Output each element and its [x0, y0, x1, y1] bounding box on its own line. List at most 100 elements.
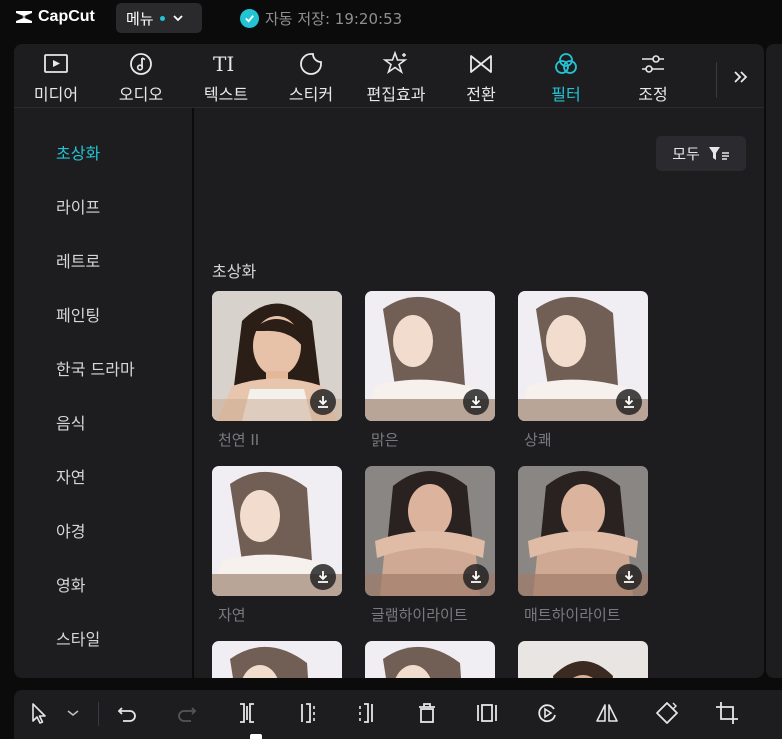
select-dropdown-icon: [67, 710, 79, 717]
filter-card[interactable]: [212, 641, 342, 678]
filter-icon: [555, 53, 577, 74]
section-title: 초상화: [212, 262, 257, 281]
filter-funnel-icon: [708, 146, 729, 160]
double-chevron-right-icon: [734, 71, 748, 83]
tab-label: 미디어: [33, 85, 79, 104]
app-logo-text: CapCut: [38, 8, 95, 25]
download-icon: [318, 571, 328, 583]
filter-thumbnail: [212, 641, 342, 678]
select-tool-button[interactable]: [26, 700, 52, 726]
check-icon: [240, 9, 259, 28]
filter-card[interactable]: [365, 641, 495, 678]
filter-card-label: 맑은: [371, 431, 399, 449]
split-icon: [240, 703, 254, 723]
select-dropdown-button[interactable]: [60, 700, 86, 726]
toolbar-divider: [98, 702, 99, 726]
rotate-button[interactable]: [654, 700, 680, 726]
download-icon: [471, 571, 481, 583]
filter-card-label: 천연 II: [218, 431, 260, 449]
freeze-icon: [477, 704, 497, 722]
material-panel: 미디어 오디오 TI 텍스트 스티커 편집효과 전환 필터 조정 초상화 라이프…: [14, 44, 764, 678]
filter-grid-area: 모두 초상화 천연 II 맑은 상쾌 자연 글램하이라이트 매트하이라이트: [196, 108, 764, 678]
sidebar-item-food[interactable]: 음식: [56, 410, 85, 434]
tab-label: 오디오: [118, 85, 164, 104]
download-icon: [318, 396, 328, 408]
sidebar-item-style[interactable]: 스타일: [56, 626, 100, 650]
tab-divider: [716, 62, 717, 98]
chevron-down-icon: [172, 15, 183, 22]
split-left-icon: [301, 703, 315, 723]
split-right-button[interactable]: [354, 700, 380, 726]
sticker-icon: [300, 53, 322, 75]
menu-label: 메뉴: [126, 9, 154, 28]
filter-card[interactable]: [365, 291, 495, 421]
top-bar: CapCut 메뉴 자동 저장: 19:20:53: [0, 0, 782, 38]
tab-label: 필터: [551, 85, 581, 104]
tab-label: 텍스트: [203, 85, 249, 104]
tab-effects[interactable]: 편집효과: [354, 50, 438, 106]
filter-thumbnail: [518, 641, 648, 678]
filter-all-button[interactable]: 모두: [656, 136, 746, 171]
filter-card[interactable]: [518, 641, 648, 678]
redo-button[interactable]: [174, 700, 200, 726]
download-icon: [471, 396, 481, 408]
svg-text:TI: TI: [213, 52, 234, 76]
tab-transition[interactable]: 전환: [439, 50, 523, 106]
filter-category-sidebar: 초상화 라이프 레트로 페인팅 한국 드라마 음식 자연 야경 영화 스타일: [14, 108, 194, 678]
sidebar-item-portrait[interactable]: 초상화: [56, 140, 100, 164]
tab-text[interactable]: TI 텍스트: [184, 50, 268, 106]
rotate-icon: [656, 702, 678, 724]
filter-card[interactable]: [212, 291, 342, 421]
reverse-button[interactable]: [534, 700, 560, 726]
download-button[interactable]: [463, 564, 489, 590]
download-button[interactable]: [616, 564, 642, 590]
tab-label: 편집효과: [366, 85, 426, 104]
split-left-button[interactable]: [294, 700, 320, 726]
sidebar-item-night[interactable]: 야경: [56, 518, 85, 542]
autosave-status: 자동 저장: 19:20:53: [240, 8, 402, 29]
download-button[interactable]: [463, 389, 489, 415]
tab-sticker[interactable]: 스티커: [269, 50, 353, 106]
tab-audio[interactable]: 오디오: [99, 50, 183, 106]
sidebar-item-painting[interactable]: 페인팅: [56, 302, 100, 326]
download-button[interactable]: [310, 389, 336, 415]
mirror-icon: [596, 704, 618, 722]
tab-adjust[interactable]: 조정: [611, 50, 695, 106]
more-tabs-button[interactable]: [730, 64, 752, 90]
split-button[interactable]: [234, 700, 260, 726]
menu-button[interactable]: 메뉴: [116, 3, 202, 33]
play-reverse-icon: [538, 704, 556, 723]
tab-filter[interactable]: 필터: [524, 50, 608, 106]
freeze-button[interactable]: [474, 700, 500, 726]
crop-button[interactable]: [714, 700, 740, 726]
timeline-toolbar: [14, 690, 782, 739]
download-button[interactable]: [616, 389, 642, 415]
filter-thumbnail: [365, 641, 495, 678]
sidebar-item-retro[interactable]: 레트로: [56, 248, 100, 272]
filter-card[interactable]: [518, 291, 648, 421]
tab-label: 조정: [638, 85, 668, 104]
sidebar-item-nature[interactable]: 자연: [56, 464, 85, 488]
capcut-logo-icon: [16, 11, 32, 23]
tab-media[interactable]: 미디어: [14, 50, 98, 106]
delete-icon: [419, 703, 435, 723]
filter-button-label: 모두: [672, 145, 700, 163]
tab-label: 스티커: [288, 85, 334, 104]
sidebar-item-life[interactable]: 라이프: [56, 194, 100, 218]
app-logo: CapCut: [14, 8, 95, 26]
filter-card[interactable]: [518, 466, 648, 596]
sidebar-item-film[interactable]: 영화: [56, 572, 85, 596]
delete-button[interactable]: [414, 700, 440, 726]
capcut-window: CapCut 메뉴 자동 저장: 19:20:53 미디어 오디오 TI 텍스트…: [0, 0, 782, 739]
mirror-button[interactable]: [594, 700, 620, 726]
download-button[interactable]: [310, 564, 336, 590]
sidebar-item-korean-drama[interactable]: 한국 드라마: [56, 356, 135, 380]
effects-icon: [382, 50, 408, 75]
filter-card[interactable]: [365, 466, 495, 596]
filter-card-label: 매트하이라이트: [524, 606, 621, 624]
filter-card[interactable]: [212, 466, 342, 596]
filter-card-label: 상쾌: [524, 431, 552, 449]
download-icon: [624, 396, 634, 408]
adjust-icon: [642, 55, 664, 73]
undo-button[interactable]: [114, 700, 140, 726]
